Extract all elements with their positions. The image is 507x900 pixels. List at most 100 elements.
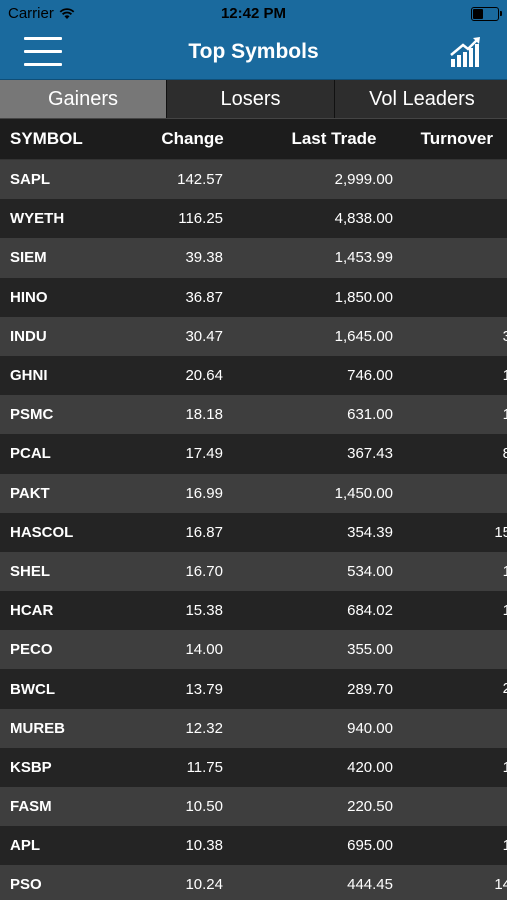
table-row[interactable]: HCAR 15.38 684.02 1 [0,591,507,631]
cell-last-trade: 1,450.00 [334,484,393,502]
cell-turnover-value: 3 [502,327,507,345]
cell-last-trade: 1,645.00 [334,327,393,345]
cell-symbol: SHEL [10,562,51,580]
table-row[interactable]: PECO 14.00 355.00 [0,630,507,670]
cell-last-trade: 1,453.99 [334,249,393,267]
tab-vol-leaders[interactable]: Vol Leaders [335,80,507,118]
cell-symbol: HINO [10,288,48,306]
cell-last-trade: 289.70 [347,680,393,698]
table-row[interactable]: SHEL 16.70 534.00 1 [0,551,507,592]
cell-turnover: 1 [393,356,507,395]
clock: 12:42 PM [220,5,287,22]
cell-symbol: FASM [10,798,52,816]
table-row[interactable]: WYETH 116.25 4,838.00 [0,199,507,239]
cell-change: 142.57 [177,171,223,189]
tab-bar: Gainers Losers Vol Leaders [0,80,507,119]
cell-last-trade: 1,850.00 [334,288,393,306]
cell-turnover: 15 [393,513,507,552]
cell-last-trade: 4,838.00 [334,210,393,228]
cell-turnover-value: 14 [494,876,507,894]
tab-gainers[interactable]: Gainers [0,80,167,118]
table-row[interactable]: BWCL 13.79 289.70 2 [0,669,507,709]
cell-turnover-value: 1 [502,562,507,580]
cell-change: 39.38 [185,249,223,267]
cell-symbol: HCAR [10,602,54,620]
cell-last-trade: 367.43 [347,445,393,463]
cell-turnover-value: 8 [502,445,507,463]
cell-turnover-value: 1 [502,602,507,620]
table-row[interactable]: KSBP 11.75 420.00 1 [0,747,507,787]
cell-symbol: PSO [10,876,42,894]
cell-turnover: 1 [393,748,507,787]
cell-symbol: APL [10,837,40,855]
cell-change: 36.87 [185,288,223,306]
cell-change: 14.00 [185,641,223,659]
header-change[interactable]: Change [120,129,235,149]
header-turnover[interactable]: Turnover [393,129,507,149]
tab-losers[interactable]: Losers [167,80,335,118]
cell-last-trade: 2,999.00 [334,171,393,189]
cell-turnover [393,630,507,669]
cell-turnover: 1 [393,395,507,434]
cell-change: 13.79 [185,680,223,698]
cell-change: 11.75 [186,758,223,776]
cell-change: 116.25 [178,210,223,228]
table-header: SYMBOL Change Last Trade Turnover [0,119,507,160]
cell-last-trade: 354.39 [347,523,393,541]
cell-last-trade: 420.00 [347,758,393,776]
cell-change: 15.38 [185,602,223,620]
cell-last-trade: 940.00 [347,719,393,737]
cell-symbol: BWCL [10,680,55,698]
cell-turnover-value: 1 [502,406,507,424]
bar-chart-trend-icon[interactable] [449,35,483,69]
header-symbol[interactable]: SYMBOL [0,129,120,149]
cell-turnover: 8 [393,434,507,473]
battery-icon [471,7,502,21]
cell-turnover-value: 1 [502,837,507,855]
cell-turnover [393,474,507,513]
cell-last-trade: 746.00 [347,367,393,385]
cell-last-trade: 444.45 [347,876,393,894]
cell-last-trade: 534.00 [347,562,393,580]
cell-symbol: HASCOL [10,523,74,541]
header-last-trade[interactable]: Last Trade [235,129,393,149]
cell-turnover: 2 [393,669,507,708]
cell-symbol: GHNI [10,367,48,385]
table-row[interactable]: PAKT 16.99 1,450.00 [0,473,507,513]
cell-last-trade: 220.50 [347,798,393,816]
cell-symbol: SIEM [10,249,47,267]
cell-symbol: PCAL [10,445,51,463]
cell-turnover-value: 2 [502,680,507,698]
cell-turnover [393,160,507,199]
table-row[interactable]: INDU 30.47 1,645.00 3 [0,316,507,356]
table-row[interactable]: HINO 36.87 1,850.00 [0,277,507,317]
cell-change: 10.50 [185,798,223,816]
nav-bar: Top Symbols [0,28,507,80]
cell-turnover [393,709,507,748]
cell-last-trade: 684.02 [347,602,393,620]
cell-turnover [393,278,507,317]
cell-change: 17.49 [185,445,223,463]
table-row[interactable]: PSMC 18.18 631.00 1 [0,395,507,435]
table-row[interactable]: PSO 10.24 444.45 14 [0,865,507,900]
cell-change: 20.64 [185,367,223,385]
cell-symbol: PSMC [10,406,54,424]
table-row[interactable]: HASCOL 16.87 354.39 15 [0,512,507,552]
cell-last-trade: 695.00 [347,837,393,855]
table-row[interactable]: FASM 10.50 220.50 [0,787,507,827]
cell-turnover [393,238,507,277]
table-row[interactable]: APL 10.38 695.00 1 [0,826,507,866]
table-row[interactable]: SAPL 142.57 2,999.00 [0,160,507,200]
cell-turnover: 1 [393,826,507,865]
cell-change: 16.87 [185,523,223,541]
cell-change: 16.99 [185,484,223,502]
table-row[interactable]: PCAL 17.49 367.43 8 [0,434,507,474]
cell-symbol: SAPL [10,171,51,189]
cell-change: 18.18 [185,406,223,424]
table-row[interactable]: GHNI 20.64 746.00 1 [0,355,507,396]
symbol-table: SAPL 142.57 2,999.00 WYETH 116.25 4,838.00 SIE… [0,160,507,900]
table-row[interactable]: SIEM 39.38 1,453.99 [0,238,507,278]
table-row[interactable]: MUREB 12.32 940.00 [0,708,507,748]
cell-turnover [393,787,507,826]
cell-change: 30.47 [185,327,223,345]
